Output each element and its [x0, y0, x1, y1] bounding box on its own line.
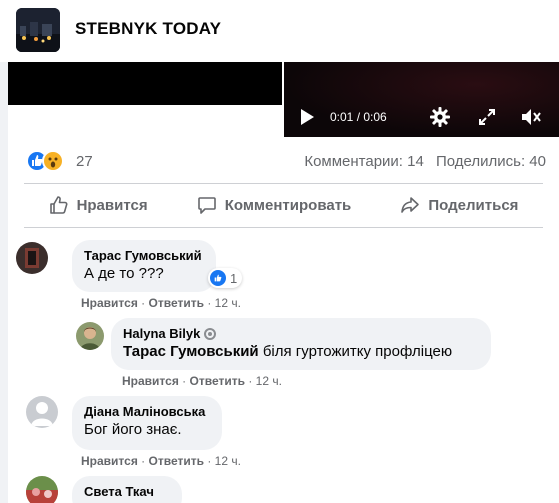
divider [24, 227, 543, 228]
shares-count[interactable]: Поделились: 40 [436, 153, 546, 170]
video-controls: 0:01 / 0:06 [284, 98, 559, 137]
video-player[interactable]: 0:01 / 0:06 [284, 62, 559, 137]
comment-meta: Нравится · Ответить · 12 ч. [81, 296, 241, 310]
like-button[interactable]: Нравится [39, 189, 158, 221]
comment-time[interactable]: 12 ч. [215, 454, 241, 468]
comment-time[interactable]: 12 ч. [256, 374, 282, 388]
shield-badge-icon [204, 327, 217, 340]
comment-reply-link[interactable]: Ответить [190, 374, 245, 388]
comment-meta: Нравится · Ответить · 12 ч. [81, 454, 241, 468]
comment-reactions[interactable]: 1 [208, 268, 243, 288]
comment-author-row: Halyna Bilyk [123, 326, 479, 341]
share-arrow-icon [401, 197, 420, 213]
page-name[interactable]: STEBNYK TODAY [75, 19, 221, 39]
comment-label: Комментировать [224, 196, 352, 214]
comment-like-link[interactable]: Нравится [81, 296, 138, 310]
like-reaction-icon [210, 270, 226, 286]
share-label: Поделиться [428, 196, 519, 214]
comment-like-link[interactable]: Нравится [122, 374, 179, 388]
like-label: Нравится [76, 196, 148, 214]
comment-bubble: Halyna Bilyk Тарас Гумовський біля гурто… [111, 318, 491, 370]
avatar[interactable] [26, 476, 58, 503]
post-actions: Нравится Комментировать Поделиться [24, 183, 543, 227]
comment-author[interactable]: Света Ткач [84, 484, 170, 499]
fullscreen-icon[interactable] [478, 108, 496, 131]
comment-author[interactable]: Halyna Bilyk [123, 326, 200, 341]
avatar[interactable] [76, 322, 104, 350]
comment-meta: Нравится · Ответить · 12 ч. [122, 374, 282, 388]
wow-reaction-icon[interactable] [42, 150, 64, 172]
avatar[interactable] [16, 242, 48, 274]
comment-text: Тарас Гумовський біля гуртожитку профліц… [123, 343, 479, 360]
speech-bubble-icon [197, 197, 216, 214]
post-card: 0:01 / 0:06 27 Комментарии: 14 Поделилис… [8, 62, 559, 503]
gear-icon[interactable] [429, 106, 451, 133]
play-icon[interactable] [298, 108, 316, 131]
reactions-summary: 27 Комментарии: 14 Поделились: 40 [26, 150, 546, 174]
page-header: STEBNYK TODAY [0, 0, 559, 62]
muted-speaker-icon[interactable] [520, 107, 542, 132]
comment-reply-link[interactable]: Ответить [149, 296, 204, 310]
comment-body: біля гуртожитку профліцею [262, 343, 453, 360]
comments-count[interactable]: Комментарии: 14 [304, 153, 424, 170]
share-button[interactable]: Поделиться [390, 189, 528, 221]
comment-author[interactable]: Тарас Гумовський [84, 248, 204, 263]
post-media-image[interactable] [8, 62, 282, 105]
avatar[interactable] [26, 396, 58, 428]
comment-time[interactable]: 12 ч. [215, 296, 241, 310]
comment-bubble: Тарас Гумовський А де то ??? [72, 240, 216, 292]
comment-text: Бог його знає. [84, 421, 182, 438]
comment-bubble: Света Ткач [72, 476, 182, 503]
post-stats: Комментарии: 14 Поделились: 40 [304, 153, 546, 170]
page-avatar[interactable] [16, 8, 60, 52]
thumbs-up-icon [49, 196, 68, 214]
reaction-count[interactable]: 27 [76, 153, 93, 170]
comment-reaction-count: 1 [230, 270, 238, 286]
comment-reply-link[interactable]: Ответить [149, 454, 204, 468]
comment-like-link[interactable]: Нравится [81, 454, 138, 468]
comment-author[interactable]: Діана Маліновська [84, 404, 210, 419]
comment-bubble: Діана Маліновська Бог його знає. [72, 396, 222, 450]
comment-text: А де то ??? [84, 265, 164, 282]
mention-link[interactable]: Тарас Гумовський [123, 343, 259, 360]
video-time: 0:01 / 0:06 [330, 110, 387, 124]
comment-button[interactable]: Комментировать [187, 189, 362, 221]
